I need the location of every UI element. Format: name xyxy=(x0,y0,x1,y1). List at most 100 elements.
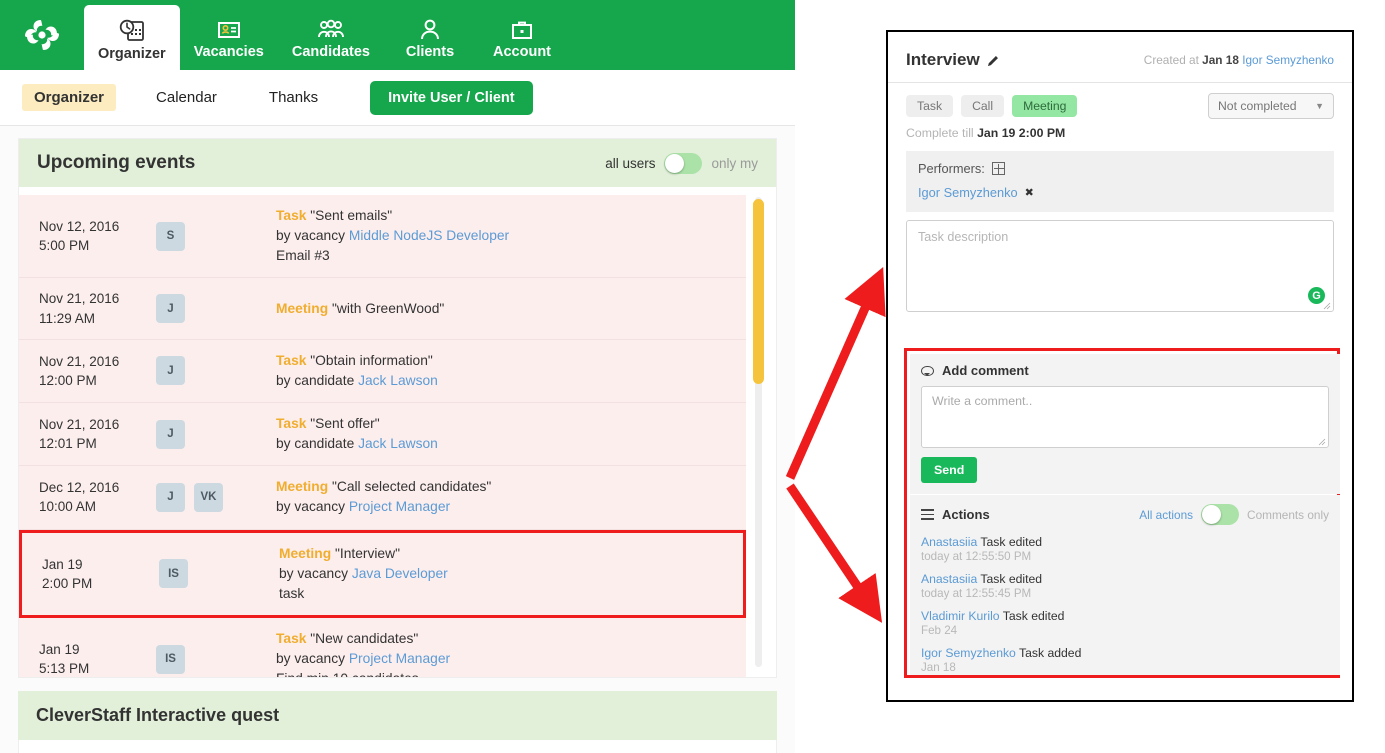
events-list: Nov 12, 2016 5:00 PM S Task "Sent emails" by… xyxy=(19,195,746,677)
nav-tab-organizer[interactable]: Organizer xyxy=(84,5,180,70)
comment-input[interactable]: Write a comment.. xyxy=(921,386,1329,448)
interactive-quest-body xyxy=(18,740,777,753)
status-select[interactable]: Not completed ▼ xyxy=(1208,93,1334,119)
action-log-text: Anastasiia Task edited xyxy=(921,572,1043,586)
avatar[interactable]: J xyxy=(156,482,185,512)
add-comment-title: Add comment xyxy=(942,363,1029,378)
event-row-highlighted[interactable]: Jan 19 2:00 PM IS Meeting "Interview" by vac… xyxy=(19,529,746,618)
actions-section: Actions All actions Comments only Anasta… xyxy=(910,495,1340,675)
actions-switch[interactable] xyxy=(1201,504,1240,525)
event-relation-line: by vacancy Java Developer xyxy=(279,565,448,581)
comment-resize-handle-icon[interactable] xyxy=(1318,438,1326,446)
main-content: Upcoming events all users only my Nov 12… xyxy=(0,126,795,753)
event-avatars: S xyxy=(156,221,276,251)
action-log-user-link[interactable]: Anastasiia xyxy=(921,535,977,549)
nav-tab-clients-label: Clients xyxy=(405,43,455,60)
resize-handle-icon[interactable] xyxy=(1323,302,1331,310)
event-title-line: Task "New candidates" xyxy=(276,631,419,646)
performers-section: Performers: Igor Semyzhenko ✖ xyxy=(906,151,1334,212)
action-log-user-link[interactable]: Vladimir Kurilo xyxy=(921,609,1000,623)
event-title-line: Task "Sent offer" xyxy=(276,416,380,432)
nav-tab-account[interactable]: Account xyxy=(476,0,568,70)
action-log-item: Igor Semyzhenko Task added Jan 18 xyxy=(921,646,1329,674)
action-log-timestamp: Feb 24 xyxy=(921,624,958,637)
sub-navigation-bar: Organizer Calendar Thanks Invite User / … xyxy=(0,70,795,126)
event-datetime: Nov 21, 2016 11:29 AM xyxy=(39,291,120,326)
event-avatars: J xyxy=(156,356,276,386)
add-performer-icon[interactable] xyxy=(991,162,1005,175)
avatar[interactable]: VK xyxy=(194,482,223,512)
event-relation-link[interactable]: Jack Lawson xyxy=(358,373,438,388)
avatar[interactable]: IS xyxy=(159,559,188,589)
event-body: Task "New candidates" by vacancy Project … xyxy=(276,629,738,677)
event-relation-link[interactable]: Project Manager xyxy=(349,651,450,666)
organizer-app: Organizer Vacancies Candidates Clients A… xyxy=(0,0,795,753)
event-relation-line: by candidate Jack Lawson xyxy=(276,372,438,388)
event-body: Meeting "with GreenWood" xyxy=(276,299,738,319)
avatar[interactable]: J xyxy=(156,294,185,324)
event-row[interactable]: Nov 21, 2016 12:01 PM J Task "Sent offer" by… xyxy=(19,403,746,467)
avatar[interactable]: IS xyxy=(156,644,185,674)
chip-task[interactable]: Task xyxy=(906,95,954,117)
list-icon xyxy=(921,509,934,520)
created-by-link[interactable]: Igor Semyzhenko xyxy=(1242,53,1334,67)
action-log-timestamp: today at 12:55:50 PM xyxy=(921,550,1032,563)
task-description-input[interactable]: Task description G xyxy=(906,220,1334,312)
chip-meeting[interactable]: Meeting xyxy=(1012,95,1078,117)
event-relation-link[interactable]: Middle NodeJS Developer xyxy=(349,228,509,243)
remove-icon[interactable]: ✖ xyxy=(1025,186,1034,199)
screenshot-stage: Organizer Vacancies Candidates Clients A… xyxy=(0,0,1385,753)
subnav-item-calendar[interactable]: Calendar xyxy=(144,84,229,111)
event-note: task xyxy=(279,585,305,601)
send-comment-button[interactable]: Send xyxy=(921,457,978,483)
event-kind: Meeting xyxy=(276,300,329,316)
arrow-down-right xyxy=(786,483,883,623)
event-note: Email #3 xyxy=(276,248,330,264)
chip-call[interactable]: Call xyxy=(961,95,1005,117)
event-title-line: Task "Sent emails" xyxy=(276,208,393,223)
panel-title: Interview xyxy=(906,50,980,69)
subnav-item-organizer[interactable]: Organizer xyxy=(22,84,117,111)
highlight-box-comments-actions: Add comment Write a comment.. Send Actio… xyxy=(904,348,1340,678)
event-row[interactable]: Nov 12, 2016 5:00 PM S Task "Sent emails" by… xyxy=(19,195,746,279)
invite-user-client-button[interactable]: Invite User / Client xyxy=(370,80,533,115)
event-body: Meeting "Interview" by vacancy Java Devel… xyxy=(279,544,735,604)
subnav-item-thanks[interactable]: Thanks xyxy=(257,84,330,111)
performers-label: Performers: xyxy=(918,161,985,176)
toggle-label-all-actions: All actions xyxy=(1139,507,1194,522)
nav-tab-clients[interactable]: Clients xyxy=(384,0,476,70)
toggle-label-comments-only: Comments only xyxy=(1247,507,1329,522)
actions-filter-toggle[interactable]: All actions Comments only xyxy=(1139,504,1329,525)
event-row[interactable]: Dec 12, 2016 10:00 AM J VK Meeting "Call sel… xyxy=(19,466,746,530)
pencil-icon[interactable] xyxy=(987,54,1000,67)
all-users-switch[interactable] xyxy=(664,152,703,174)
event-relation-link[interactable]: Project Manager xyxy=(349,499,450,514)
panel-type-row: Task Call Meeting Not completed ▼ xyxy=(888,83,1352,119)
avatar[interactable]: J xyxy=(156,356,185,386)
event-avatars: J xyxy=(156,294,276,324)
task-detail-panel: Interview Created at Jan 18 Igor Semyzhe… xyxy=(886,30,1354,702)
event-row[interactable]: Jan 19 5:13 PM IS Task "New candidates" by v… xyxy=(19,618,746,677)
event-relation-link[interactable]: Jack Lawson xyxy=(358,436,438,451)
users-filter-toggle[interactable]: all users only my xyxy=(605,152,758,174)
events-scrollbar-thumb[interactable] xyxy=(753,199,764,384)
performer-name-link[interactable]: Igor Semyzhenko xyxy=(918,185,1018,200)
panel-created-meta: Created at Jan 18 Igor Semyzhenko xyxy=(1144,53,1334,67)
briefcase-icon xyxy=(509,13,535,41)
event-row[interactable]: Nov 21, 2016 11:29 AM J Meeting "with Green… xyxy=(19,278,746,340)
performer-item: Igor Semyzhenko ✖ xyxy=(918,185,1322,200)
event-title-line: Task "Obtain information" xyxy=(276,352,433,368)
event-relation-line: by vacancy Project Manager xyxy=(276,499,451,515)
event-row[interactable]: Nov 21, 2016 12:00 PM J Task "Obtain inform… xyxy=(19,339,746,404)
avatar[interactable]: J xyxy=(156,419,185,449)
top-navigation-bar: Organizer Vacancies Candidates Clients A… xyxy=(0,0,795,70)
action-log-user-link[interactable]: Igor Semyzhenko xyxy=(921,646,1016,660)
event-relation-link[interactable]: Java Developer xyxy=(352,566,448,581)
avatar[interactable]: S xyxy=(156,221,185,251)
action-log-item: Vladimir Kurilo Task edited Feb 24 xyxy=(921,609,1329,637)
nav-tab-vacancies[interactable]: Vacancies xyxy=(180,0,278,70)
nav-tab-candidates[interactable]: Candidates xyxy=(278,0,384,70)
app-logo[interactable] xyxy=(0,0,84,70)
action-log-user-link[interactable]: Anastasiia xyxy=(921,572,977,586)
person-icon xyxy=(418,13,442,41)
